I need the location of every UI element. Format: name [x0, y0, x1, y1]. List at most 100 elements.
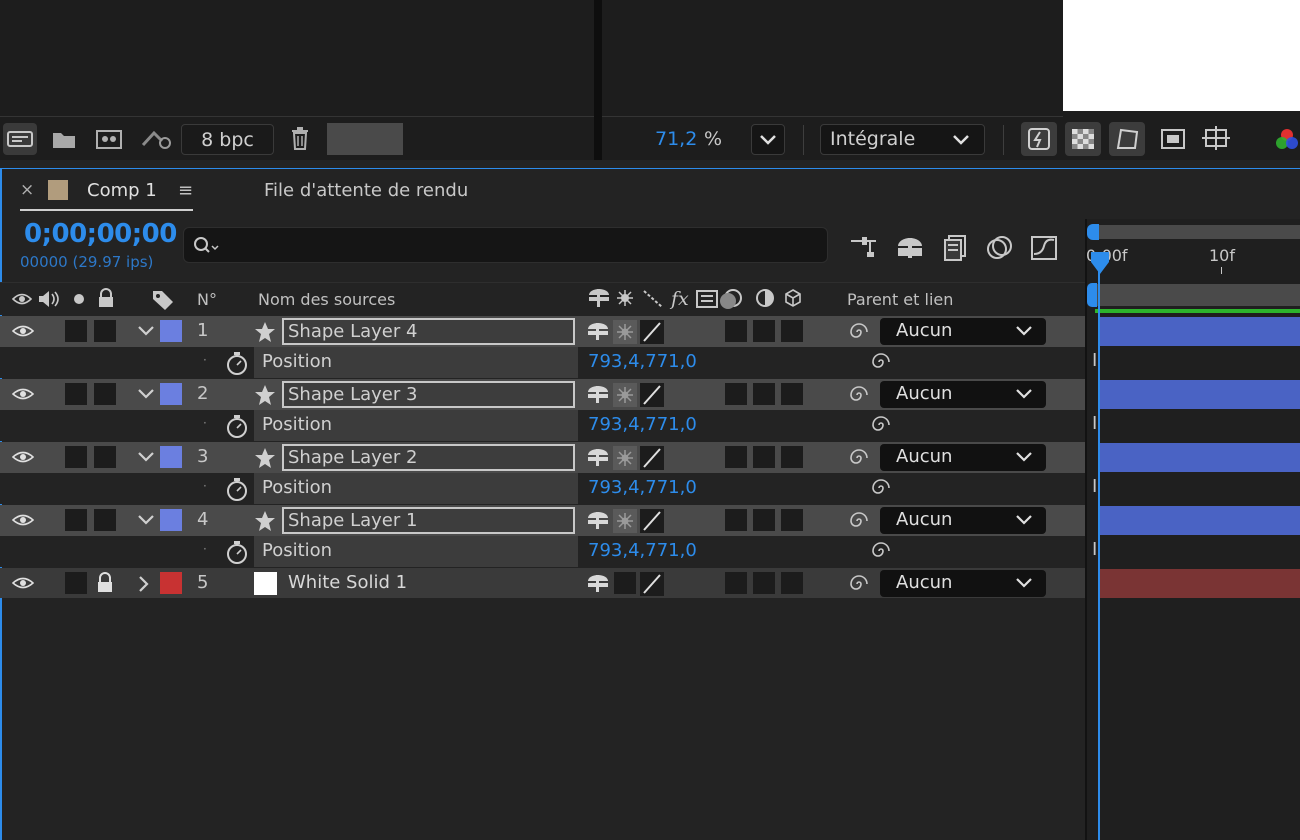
chevron-right-icon[interactable]: [136, 574, 152, 594]
motion-blur-switch[interactable]: [725, 572, 747, 594]
property-value[interactable]: 793,4,771,0: [588, 540, 697, 561]
eye-icon[interactable]: [12, 385, 34, 403]
collapse-switch[interactable]: [613, 509, 637, 533]
panel-divider[interactable]: [594, 0, 602, 160]
transparency-grid-button[interactable]: [1065, 122, 1101, 156]
parent-dropdown[interactable]: Aucun: [880, 318, 1046, 345]
keyframe-marker[interactable]: I: [1092, 413, 1097, 434]
new-composition-button[interactable]: [94, 125, 124, 153]
chevron-down-icon[interactable]: [136, 449, 156, 465]
layer-row[interactable]: 5 White Solid 1 Aucun: [0, 568, 1085, 598]
playhead-handle[interactable]: [1089, 250, 1111, 276]
shy-switch-icon[interactable]: [586, 509, 610, 531]
layer-search-input[interactable]: [183, 227, 828, 263]
time-navigator-start[interactable]: [1087, 283, 1097, 307]
property-row[interactable]: · Position 793,4,771,0: [0, 347, 1085, 378]
motion-blur-button[interactable]: [984, 232, 1016, 262]
new-folder-button[interactable]: [50, 125, 78, 153]
solo-header-icon[interactable]: [71, 291, 87, 307]
layer-label-color[interactable]: [160, 572, 182, 594]
hide-shy-layers-button[interactable]: [894, 232, 926, 262]
layer-label-color[interactable]: [160, 383, 182, 405]
lock-toggle[interactable]: [94, 320, 116, 342]
chevron-down-icon[interactable]: [136, 386, 156, 402]
tab-render-queue[interactable]: File d'attente de rendu: [264, 180, 468, 201]
collapse-switch[interactable]: [613, 320, 637, 344]
resolution-dropdown[interactable]: Intégrale: [820, 124, 985, 155]
pick-whip-icon[interactable]: [870, 478, 892, 498]
fast-previews-button[interactable]: [1021, 122, 1057, 156]
property-value[interactable]: 793,4,771,0: [588, 477, 697, 498]
zoom-dropdown[interactable]: [751, 124, 785, 155]
current-time-indicator[interactable]: [1098, 262, 1100, 840]
composition-canvas[interactable]: [1063, 0, 1300, 111]
work-area-bar[interactable]: [1095, 225, 1300, 239]
chevron-down-icon[interactable]: [136, 323, 156, 339]
layer-duration-bar[interactable]: [1100, 506, 1300, 535]
lock-toggle[interactable]: [94, 509, 116, 531]
stopwatch-icon[interactable]: [225, 476, 249, 502]
current-time-display[interactable]: 0;00;00;00: [24, 219, 177, 249]
pick-whip-icon[interactable]: [848, 511, 870, 531]
eye-icon[interactable]: [12, 322, 34, 340]
layer-name[interactable]: Shape Layer 3: [282, 381, 575, 408]
layer-row[interactable]: 3 Shape Layer 2 Aucun: [0, 442, 1085, 473]
frame-blending-button[interactable]: [940, 232, 970, 262]
interpret-footage-button[interactable]: [3, 123, 37, 155]
parent-dropdown[interactable]: Aucun: [880, 507, 1046, 534]
solo-toggle[interactable]: [65, 383, 87, 405]
quality-switch[interactable]: [640, 446, 664, 470]
work-area-start-handle[interactable]: [1087, 224, 1099, 240]
layer-duration-bar[interactable]: [1100, 317, 1300, 346]
lock-icon[interactable]: [95, 572, 115, 594]
eye-icon[interactable]: [12, 448, 34, 466]
source-name-header[interactable]: Nom des sources: [258, 290, 395, 309]
adjustment-switch[interactable]: [753, 320, 775, 342]
composition-mini-flowchart-button[interactable]: [848, 232, 882, 262]
pick-whip-icon[interactable]: [870, 541, 892, 561]
stopwatch-icon[interactable]: [225, 539, 249, 565]
zoom-value[interactable]: 71,2: [655, 128, 697, 150]
3d-layer-switch[interactable]: [781, 383, 803, 405]
pick-whip-icon[interactable]: [870, 415, 892, 435]
layer-duration-bar[interactable]: [1100, 443, 1300, 472]
layer-name[interactable]: Shape Layer 2: [282, 444, 575, 471]
pick-whip-icon[interactable]: [848, 574, 870, 594]
project-settings-button[interactable]: [140, 125, 174, 153]
stopwatch-icon[interactable]: [225, 350, 249, 376]
motion-blur-switch[interactable]: [725, 383, 747, 405]
grid-guide-button[interactable]: [1199, 122, 1235, 156]
property-value[interactable]: 793,4,771,0: [588, 414, 697, 435]
property-row[interactable]: · Position 793,4,771,0: [0, 410, 1085, 441]
property-row[interactable]: · Position 793,4,771,0: [0, 536, 1085, 567]
collapse-switch[interactable]: [614, 572, 636, 594]
parent-dropdown[interactable]: Aucun: [880, 381, 1046, 408]
shy-switch-icon[interactable]: [586, 320, 610, 342]
property-value[interactable]: 793,4,771,0: [588, 351, 697, 372]
3d-layer-switch[interactable]: [781, 320, 803, 342]
shy-switch-icon[interactable]: [586, 446, 610, 468]
label-header-icon[interactable]: [150, 288, 176, 310]
3d-layer-switch[interactable]: [781, 446, 803, 468]
eye-icon[interactable]: [12, 511, 34, 529]
stopwatch-icon[interactable]: [225, 413, 249, 439]
adjustment-switch[interactable]: [753, 572, 775, 594]
keyframe-marker[interactable]: I: [1092, 476, 1097, 497]
adjustment-switch[interactable]: [753, 383, 775, 405]
pick-whip-icon[interactable]: [870, 352, 892, 372]
audio-switch-header-icon[interactable]: [37, 289, 61, 309]
chevron-down-icon[interactable]: [136, 512, 156, 528]
solo-toggle[interactable]: [65, 320, 87, 342]
layer-name[interactable]: Shape Layer 4: [282, 318, 575, 345]
quality-switch[interactable]: [640, 509, 664, 533]
3d-layer-switch[interactable]: [781, 509, 803, 531]
layer-name[interactable]: White Solid 1: [288, 572, 407, 593]
region-of-interest-button[interactable]: [1155, 122, 1191, 156]
solo-toggle[interactable]: [65, 509, 87, 531]
panel-menu-icon[interactable]: ≡: [178, 180, 193, 201]
tab-comp-1[interactable]: Comp 1: [87, 180, 157, 201]
layer-duration-bar[interactable]: [1100, 380, 1300, 409]
layer-label-color[interactable]: [160, 320, 182, 342]
collapse-switch[interactable]: [613, 446, 637, 470]
layer-row[interactable]: 4 Shape Layer 1 Aucun: [0, 505, 1085, 536]
